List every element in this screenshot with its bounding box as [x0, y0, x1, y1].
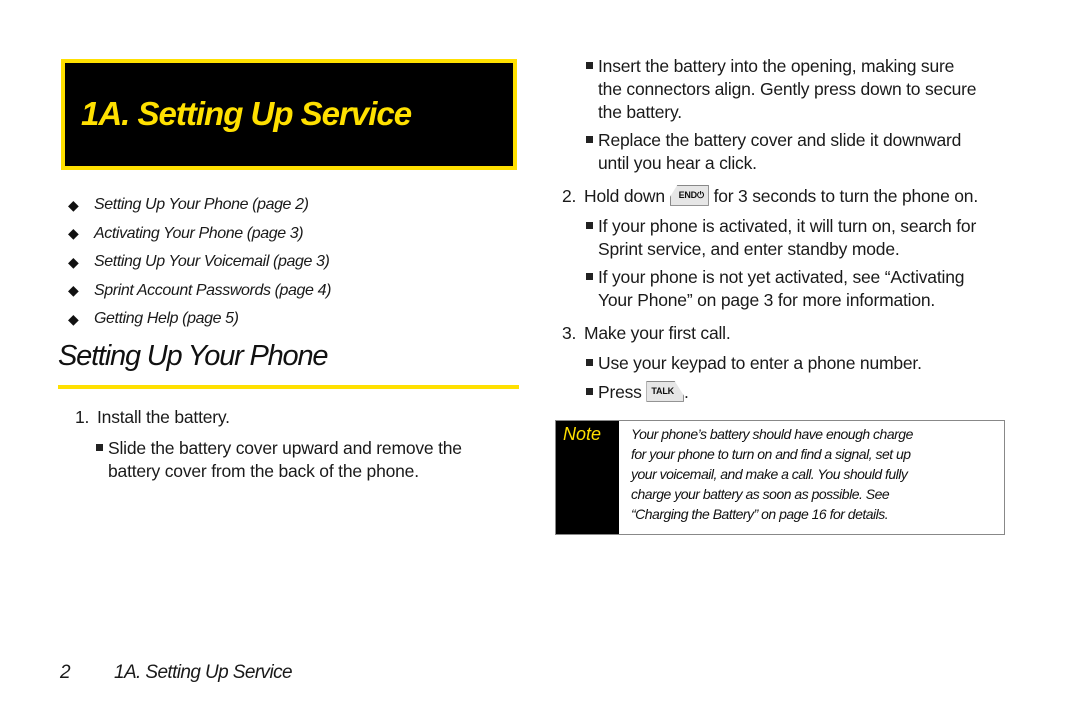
chapter-toc: ◆ Setting Up Your Phone (page 2) ◆ Activat… [68, 191, 331, 334]
toc-item-label[interactable]: Setting Up Your Voicemail (page 3) [94, 253, 330, 271]
square-bullet-icon [586, 221, 593, 229]
step-1: 1. Install the battery. [75, 407, 230, 428]
talk-key-icon: TALK [646, 380, 684, 402]
square-bullet-icon [96, 443, 103, 451]
step-1-bullet-2: Insert the battery into the opening, mak… [586, 55, 977, 124]
toc-item[interactable]: ◆ Activating Your Phone (page 3) [68, 220, 331, 249]
toc-item[interactable]: ◆ Setting Up Your Voicemail (page 3) [68, 248, 331, 277]
toc-item[interactable]: ◆ Sprint Account Passwords (page 4) [68, 277, 331, 306]
step-1-bullet-1: Slide the battery cover upward and remov… [96, 437, 462, 483]
square-bullet-icon [586, 387, 593, 395]
diamond-bullet-icon: ◆ [68, 310, 79, 327]
step-2-bullet-2: If your phone is not yet activated, see … [586, 266, 964, 312]
step-2-bullet-1: If your phone is activated, it will turn… [586, 215, 976, 261]
note-text: Your phone’s battery should have enough … [631, 426, 913, 522]
step-number: 1. [75, 407, 90, 427]
diamond-bullet-icon: ◆ [68, 225, 79, 242]
diamond-bullet-icon: ◆ [68, 253, 79, 270]
step-number: 3. [562, 323, 577, 343]
footer-page-number: 2 [60, 662, 71, 683]
step-text: Install the battery. [97, 407, 230, 427]
step-1-bullet-3: Replace the battery cover and slide it d… [586, 129, 961, 175]
step-3-bullet-1: Use your keypad to enter a phone number. [586, 352, 922, 375]
step-number: 2. [562, 186, 577, 206]
chapter-title-box: 1A. Setting Up Service [61, 59, 517, 170]
square-bullet-icon [586, 358, 593, 366]
square-bullet-icon [586, 272, 593, 280]
toc-item-label[interactable]: Activating Your Phone (page 3) [94, 225, 304, 243]
square-bullet-icon [586, 135, 593, 143]
note-label-column: Note [556, 421, 619, 534]
diamond-bullet-icon: ◆ [68, 282, 79, 299]
diamond-bullet-icon: ◆ [68, 196, 79, 213]
square-bullet-icon [586, 61, 593, 69]
step-3-bullet-2: Press TALK. [586, 380, 689, 404]
toc-item-label[interactable]: Getting Help (page 5) [94, 310, 239, 328]
note-box: Note Your phone’s battery should have en… [555, 420, 1005, 535]
step-2: 2. Hold down END⏻ for 3 seconds to turn t… [562, 184, 979, 206]
section-divider [58, 385, 519, 389]
toc-item-label[interactable]: Sprint Account Passwords (page 4) [94, 282, 331, 300]
note-label: Note [563, 424, 602, 444]
footer-chapter-title: 1A. Setting Up Service [114, 662, 293, 683]
chapter-title: 1A. Setting Up Service [81, 95, 412, 132]
toc-item-label[interactable]: Setting Up Your Phone (page 2) [94, 196, 309, 214]
toc-item[interactable]: ◆ Setting Up Your Phone (page 2) [68, 191, 331, 220]
step-3: 3. Make your first call. [562, 323, 731, 343]
section-title: Setting Up Your Phone [58, 340, 329, 372]
toc-item[interactable]: ◆ Getting Help (page 5) [68, 305, 331, 334]
end-power-key-icon: END⏻ [669, 184, 709, 206]
